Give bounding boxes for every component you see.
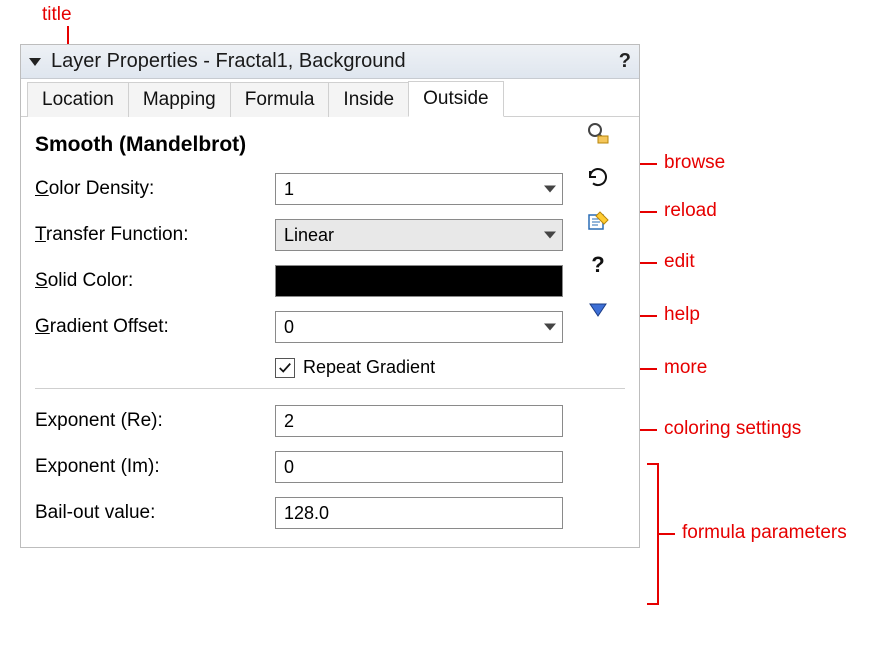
bailout-input[interactable]: 128.0: [275, 497, 563, 529]
browse-icon[interactable]: [586, 121, 610, 145]
collapse-triangle-icon[interactable]: [29, 58, 41, 66]
row-gradient-offset: Gradient Offset: 0: [35, 311, 625, 343]
label-solid-color: Solid Color:: [35, 270, 275, 292]
tab-content: ? Smooth (Mandelbrot) Color Density: 1 T…: [21, 117, 639, 547]
label-repeat-gradient: Repeat Gradient: [303, 357, 435, 378]
row-exponent-im: Exponent (Im): 0: [35, 451, 625, 483]
chevron-down-icon: [544, 232, 556, 239]
label-gradient-offset: Gradient Offset:: [35, 316, 275, 338]
annotation-help: help: [664, 304, 700, 326]
row-exponent-re: Exponent (Re): 2: [35, 405, 625, 437]
help-icon[interactable]: ?: [586, 253, 610, 277]
annotation-formula: formula parameters: [682, 522, 847, 544]
exponent-re-input[interactable]: 2: [275, 405, 563, 437]
tab-location[interactable]: Location: [27, 82, 129, 117]
reload-icon[interactable]: [586, 165, 610, 189]
solid-color-swatch[interactable]: [275, 265, 563, 297]
annotation-title: title: [42, 4, 72, 26]
row-bailout: Bail-out value: 128.0: [35, 497, 625, 529]
repeat-gradient-checkbox[interactable]: [275, 358, 295, 378]
panel-title: Layer Properties - Fractal1, Background: [51, 50, 619, 73]
tab-formula[interactable]: Formula: [230, 82, 330, 117]
formula-name-heading: Smooth (Mandelbrot): [35, 133, 625, 157]
row-repeat-gradient: Repeat Gradient: [35, 357, 625, 378]
layer-properties-panel: Layer Properties - Fractal1, Background …: [20, 44, 640, 548]
row-transfer-function: Transfer Function: Linear: [35, 219, 625, 251]
more-icon[interactable]: [586, 297, 610, 321]
label-color-density: Color Density:: [35, 178, 275, 200]
side-toolbar: ?: [582, 121, 614, 321]
label-transfer-function: Transfer Function:: [35, 224, 275, 246]
annotation-reload: reload: [664, 200, 717, 222]
annotation-more: more: [664, 357, 707, 379]
row-solid-color: Solid Color:: [35, 265, 625, 297]
label-exponent-re: Exponent (Re):: [35, 410, 275, 432]
chevron-down-icon: [544, 324, 556, 331]
tab-strip: Location Mapping Formula Inside Outside: [21, 79, 639, 117]
transfer-function-select[interactable]: Linear: [275, 219, 563, 251]
edit-icon[interactable]: [586, 209, 610, 233]
tab-outside[interactable]: Outside: [408, 81, 503, 117]
titlebar: Layer Properties - Fractal1, Background …: [21, 45, 639, 79]
annotation-edit: edit: [664, 251, 695, 273]
annotation-browse: browse: [664, 152, 725, 174]
titlebar-help-button[interactable]: ?: [619, 50, 631, 73]
chevron-down-icon: [544, 186, 556, 193]
annotation-coloring: coloring settings: [664, 418, 801, 440]
tab-mapping[interactable]: Mapping: [128, 82, 231, 117]
label-exponent-im: Exponent (Im):: [35, 456, 275, 478]
label-bailout: Bail-out value:: [35, 502, 275, 524]
row-color-density: Color Density: 1: [35, 173, 625, 205]
tab-inside[interactable]: Inside: [328, 82, 409, 117]
section-divider: [35, 388, 625, 389]
annotation-formula-line: [657, 533, 675, 535]
color-density-input[interactable]: 1: [275, 173, 563, 205]
gradient-offset-input[interactable]: 0: [275, 311, 563, 343]
exponent-im-input[interactable]: 0: [275, 451, 563, 483]
